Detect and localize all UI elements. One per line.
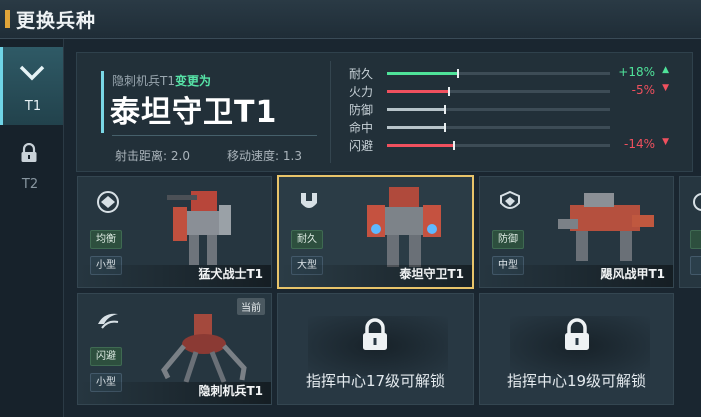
- mech-portrait: [167, 191, 231, 265]
- tier-tabs: T1 T2: [0, 39, 64, 417]
- role-tag: 均衡: [90, 230, 122, 249]
- tab-t1[interactable]: T1: [0, 47, 63, 125]
- mech-portrait: [558, 193, 654, 261]
- stat-percent: -5%: [631, 83, 655, 97]
- stat-bar: [387, 141, 610, 150]
- role-tag: 防御: [492, 230, 524, 249]
- unlock-requirement: 指挥中心19级可解锁: [506, 372, 647, 390]
- unlock-requirement: 指挥中心17级可解锁: [305, 372, 446, 390]
- unit-info-panel: 隐刺机兵T1变更为 泰坦守卫T1 射击距离: 2.0 移动速度: 1.3 耐久 …: [76, 52, 693, 172]
- role-tag: 耐久: [291, 230, 323, 249]
- role-tag: [690, 230, 701, 249]
- tab-t2-label: T2: [21, 177, 39, 192]
- range-stat: 射击距离: 2.0: [115, 147, 190, 164]
- title-bar: 更换兵种: [0, 0, 701, 39]
- speed-stat: 移动速度: 1.3: [227, 147, 302, 164]
- lock-icon: [21, 143, 37, 162]
- name-underline: [112, 135, 317, 136]
- stat-row-accuracy: 命中: [349, 119, 679, 135]
- unit-name: 隐刺机兵T1: [198, 384, 263, 398]
- stat-row-defense: 防御: [349, 101, 679, 117]
- mech-portrait: [367, 187, 441, 267]
- lock-icon: [565, 318, 589, 350]
- range-value: 2.0: [170, 149, 190, 163]
- tab-t1-label: T1: [24, 99, 42, 114]
- unit-card-selected[interactable]: 耐久 大型 泰坦守卫T1: [277, 175, 474, 289]
- lock-icon: [363, 318, 387, 350]
- accent-line: [101, 71, 104, 133]
- stat-bar: [387, 87, 610, 96]
- stat-name: 耐久: [349, 67, 374, 81]
- locked-slot[interactable]: 指挥中心17级可解锁: [277, 293, 474, 405]
- stat-name: 命中: [349, 121, 374, 135]
- stat-row-firepower: 火力 -5% ▼: [349, 83, 679, 99]
- from-unit: 隐刺机兵T1: [112, 74, 175, 88]
- unit-card[interactable]: 防御 中型 飓风战甲T1: [479, 176, 674, 288]
- balance-class-icon: [97, 191, 119, 213]
- durability-class-icon: [301, 193, 317, 208]
- change-label: 变更为: [174, 74, 211, 88]
- speed-label: 移动速度:: [227, 149, 280, 163]
- stat-name: 闪避: [349, 139, 374, 153]
- stat-arrow: ▼: [662, 137, 669, 147]
- stat-name: 防御: [349, 103, 374, 117]
- stat-arrow: ▲: [662, 65, 669, 75]
- unit-card-current[interactable]: 闪避 小型 当前 隐刺机兵T1: [77, 293, 272, 405]
- stat-percent: -14%: [623, 137, 655, 151]
- stat-name: 火力: [349, 85, 374, 99]
- locked-slot[interactable]: 指挥中心19级可解锁: [479, 293, 674, 405]
- stat-row-durability: 耐久 +18% ▲: [349, 65, 679, 81]
- tab-t2[interactable]: T2: [0, 131, 63, 201]
- target-unit-name: 泰坦守卫T1: [110, 95, 278, 130]
- unit-name: 猛犬战士T1: [198, 267, 263, 281]
- stat-percent: +18%: [618, 65, 655, 79]
- chevron-down-icon: [19, 65, 45, 81]
- size-tag: [690, 256, 701, 275]
- mech-portrait: [161, 314, 247, 383]
- speed-value: 1.3: [282, 149, 302, 163]
- role-tag: 闪避: [90, 347, 122, 366]
- stat-row-evasion: 闪避 -14% ▼: [349, 137, 679, 153]
- unit-card-partial[interactable]: [679, 176, 701, 288]
- panel-divider: [330, 61, 331, 163]
- stat-bar: [387, 123, 610, 132]
- range-label: 射击距离:: [115, 149, 168, 163]
- stat-arrow: ▼: [662, 83, 669, 93]
- page-title: 更换兵种: [16, 10, 97, 32]
- unit-name: 泰坦守卫T1: [399, 267, 464, 281]
- stat-bar: [387, 69, 610, 78]
- stat-bar: [387, 105, 610, 114]
- evasion-class-icon: [98, 313, 119, 329]
- defense-class-icon: [500, 190, 520, 209]
- unit-name: 飓风战甲T1: [600, 267, 665, 281]
- unit-card[interactable]: 均衡 小型 猛犬战士T1: [77, 176, 272, 288]
- title-accent-bar: [5, 10, 10, 28]
- class-icon: [693, 193, 701, 211]
